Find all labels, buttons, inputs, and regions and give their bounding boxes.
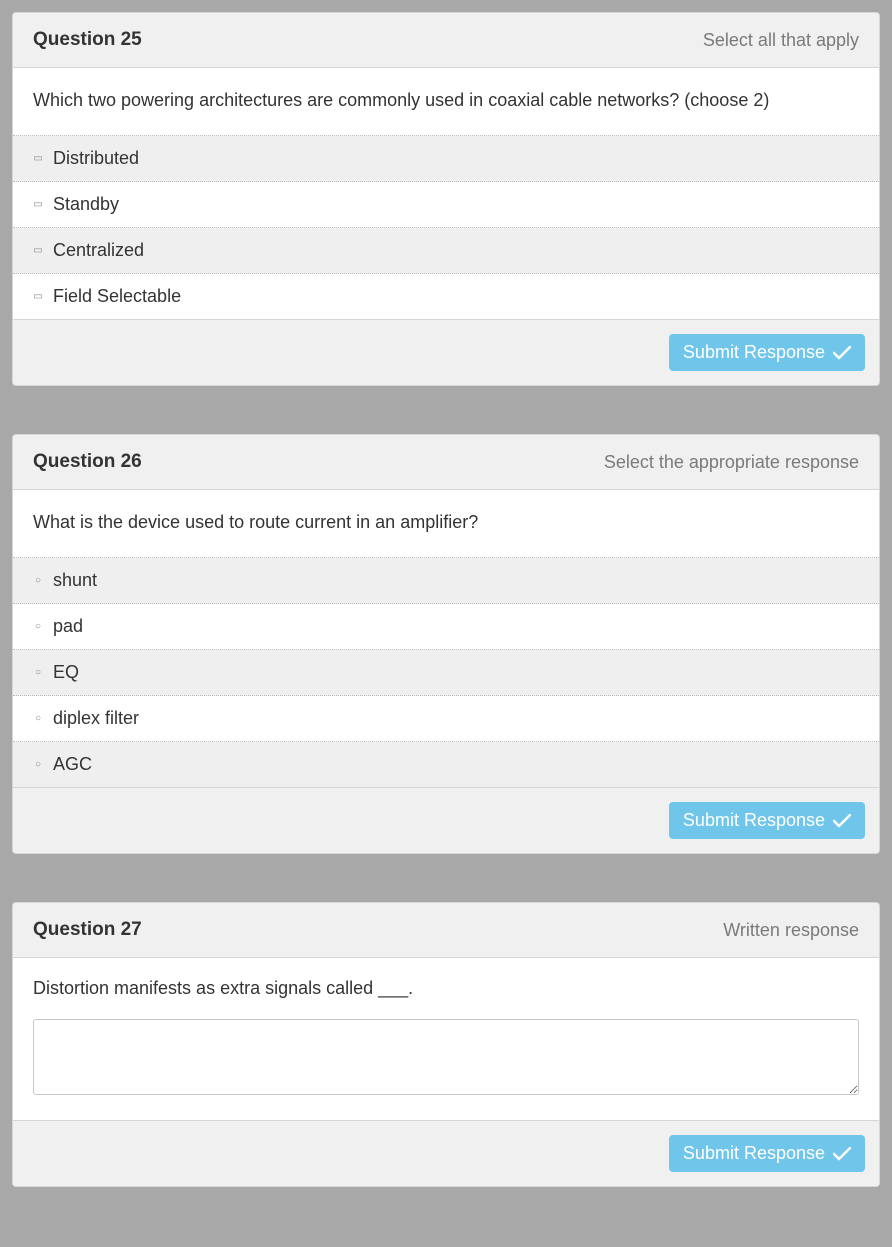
question-type-label: Select the appropriate response <box>604 452 859 473</box>
checkbox-icon: ▭ <box>33 154 43 164</box>
question-footer: Submit Response <box>13 1121 879 1186</box>
question-number: Question 27 <box>33 919 142 941</box>
check-icon <box>833 814 851 828</box>
option-row[interactable]: ▭ Centralized <box>13 228 879 274</box>
question-footer: Submit Response <box>13 320 879 385</box>
submit-label: Submit Response <box>683 810 825 831</box>
question-header: Question 25 Select all that apply <box>13 13 879 68</box>
radio-icon: ○ <box>33 760 43 770</box>
question-header: Question 27 Written response <box>13 903 879 958</box>
option-row[interactable]: ○ shunt <box>13 558 879 604</box>
option-label: AGC <box>53 754 92 775</box>
checkbox-icon: ▭ <box>33 292 43 302</box>
question-prompt: What is the device used to route current… <box>13 490 879 557</box>
radio-icon: ○ <box>33 622 43 632</box>
option-label: diplex filter <box>53 708 139 729</box>
submit-button[interactable]: Submit Response <box>669 802 865 839</box>
written-response-input[interactable] <box>33 1019 859 1095</box>
option-row[interactable]: ▭ Field Selectable <box>13 274 879 320</box>
checkbox-icon: ▭ <box>33 246 43 256</box>
option-label: Centralized <box>53 240 144 261</box>
question-header: Question 26 Select the appropriate respo… <box>13 435 879 490</box>
written-body: Distortion manifests as extra signals ca… <box>13 958 879 1121</box>
option-label: shunt <box>53 570 97 591</box>
question-card: Question 27 Written response Distortion … <box>12 902 880 1187</box>
question-number: Question 25 <box>33 29 142 51</box>
radio-icon: ○ <box>33 576 43 586</box>
question-prompt: Distortion manifests as extra signals ca… <box>33 978 859 999</box>
radio-icon: ○ <box>33 714 43 724</box>
radio-icon: ○ <box>33 668 43 678</box>
option-row[interactable]: ○ diplex filter <box>13 696 879 742</box>
question-number: Question 26 <box>33 451 142 473</box>
option-label: EQ <box>53 662 79 683</box>
option-row[interactable]: ○ AGC <box>13 742 879 788</box>
question-prompt: Which two powering architectures are com… <box>13 68 879 135</box>
question-footer: Submit Response <box>13 788 879 853</box>
option-label: pad <box>53 616 83 637</box>
option-label: Field Selectable <box>53 286 181 307</box>
option-label: Standby <box>53 194 119 215</box>
question-type-label: Written response <box>723 920 859 941</box>
check-icon <box>833 346 851 360</box>
question-card: Question 26 Select the appropriate respo… <box>12 434 880 854</box>
option-label: Distributed <box>53 148 139 169</box>
checkbox-icon: ▭ <box>33 200 43 210</box>
submit-label: Submit Response <box>683 342 825 363</box>
options-list: ▭ Distributed ▭ Standby ▭ Centralized ▭ … <box>13 135 879 320</box>
option-row[interactable]: ○ pad <box>13 604 879 650</box>
options-list: ○ shunt ○ pad ○ EQ ○ diplex filter ○ AGC <box>13 557 879 788</box>
submit-label: Submit Response <box>683 1143 825 1164</box>
check-icon <box>833 1147 851 1161</box>
option-row[interactable]: ▭ Distributed <box>13 136 879 182</box>
question-type-label: Select all that apply <box>703 30 859 51</box>
submit-button[interactable]: Submit Response <box>669 1135 865 1172</box>
option-row[interactable]: ○ EQ <box>13 650 879 696</box>
question-card: Question 25 Select all that apply Which … <box>12 12 880 386</box>
option-row[interactable]: ▭ Standby <box>13 182 879 228</box>
submit-button[interactable]: Submit Response <box>669 334 865 371</box>
